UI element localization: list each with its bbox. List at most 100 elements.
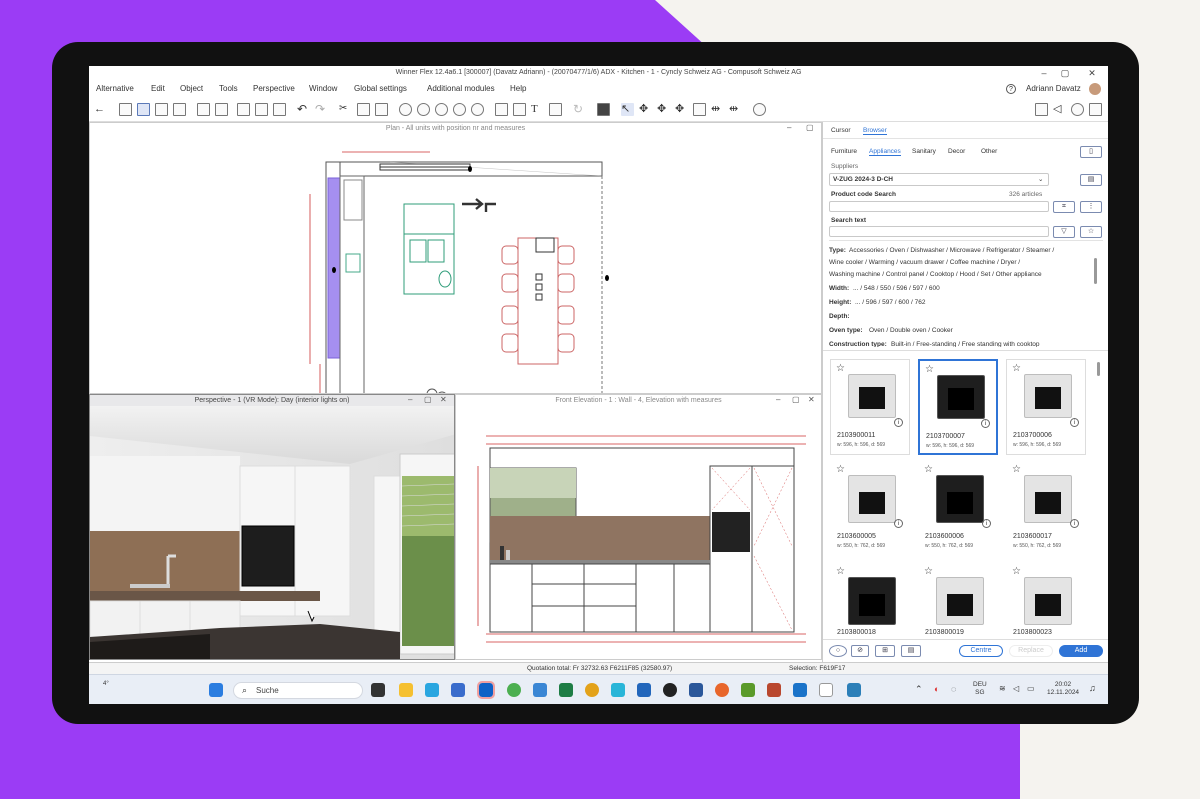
zoom-fit-icon[interactable] xyxy=(471,103,484,116)
notification-bell-icon[interactable]: ♫ xyxy=(1089,683,1096,693)
product-card[interactable]: ☆ i 2103900011 w: 596, h: 596, d: 569 xyxy=(830,359,910,455)
menu-edit[interactable]: Edit xyxy=(151,81,165,97)
menu-perspective[interactable]: Perspective xyxy=(253,81,295,97)
favorite-star-icon[interactable]: ☆ xyxy=(1012,464,1021,475)
zoom-all-icon[interactable] xyxy=(453,103,466,116)
product-card[interactable]: ☆ i 2103700007 w: 596, h: 596, d: 569 xyxy=(918,359,998,455)
print-icon[interactable] xyxy=(215,103,228,116)
zoom-window-icon[interactable] xyxy=(435,103,448,116)
filter-type-values[interactable]: Accessories / Oven / Dishwasher / Microw… xyxy=(849,247,1054,254)
product-card[interactable]: ☆ 2103800023 xyxy=(1006,562,1086,638)
battery-icon[interactable]: ▭ xyxy=(1027,684,1035,693)
app-icon[interactable] xyxy=(741,683,755,697)
category-furniture[interactable]: Furniture xyxy=(831,148,857,155)
category-appliances[interactable]: Appliances xyxy=(869,148,901,156)
perspective-close-icon[interactable]: ✕ xyxy=(440,395,447,405)
box-icon[interactable] xyxy=(119,103,132,116)
rotate-icon[interactable]: ✥ xyxy=(657,103,670,116)
product-card[interactable]: ☆ i 2103600017 w: 550, h: 762, d: 569 xyxy=(1006,460,1086,556)
product-code-option-button[interactable]: ⋮ xyxy=(1080,201,1102,213)
menu-tools[interactable]: Tools xyxy=(219,81,238,97)
filter-width-values[interactable]: ... / 548 / 550 / 596 / 597 / 600 xyxy=(853,285,940,292)
store-icon[interactable] xyxy=(451,683,465,697)
redo-icon[interactable]: ↷ xyxy=(315,103,328,116)
edge-icon[interactable] xyxy=(425,683,439,697)
app-icon[interactable] xyxy=(533,683,547,697)
search-object-icon[interactable] xyxy=(753,103,766,116)
elevation-close-icon[interactable]: ✕ xyxy=(808,395,815,405)
back-arrow-icon[interactable]: ← xyxy=(94,103,107,116)
favorite-star-icon[interactable]: ☆ xyxy=(924,464,933,475)
favorite-star-icon[interactable]: ☆ xyxy=(836,566,845,577)
app-icon[interactable] xyxy=(793,683,807,697)
info-icon[interactable]: i xyxy=(894,418,903,427)
clock[interactable]: 20:02 12.11.2024 xyxy=(1047,681,1079,697)
mirror-icon[interactable]: ✥ xyxy=(675,103,688,116)
refresh-icon[interactable]: ↻ xyxy=(573,103,586,116)
close-icon[interactable]: ✕ xyxy=(1085,66,1099,80)
product-card[interactable]: ☆ i 2103700006 w: 596, h: 596, d: 569 xyxy=(1006,359,1086,455)
replace-button[interactable]: Replace xyxy=(1009,645,1053,657)
move-icon[interactable]: ✥ xyxy=(639,103,652,116)
info-icon[interactable]: i xyxy=(1070,519,1079,528)
weather-widget[interactable]: 4° xyxy=(103,681,109,687)
avatar[interactable] xyxy=(1089,83,1101,95)
menu-global-settings[interactable]: Global settings xyxy=(354,81,407,97)
chat-icon[interactable] xyxy=(1071,103,1084,116)
filter-type-values-3[interactable]: Washing machine / Control panel / Cookto… xyxy=(829,271,1042,278)
supplier-info-button[interactable]: ▤ xyxy=(1080,174,1102,186)
undo-icon[interactable]: ↶ xyxy=(297,103,310,116)
menu-window[interactable]: Window xyxy=(309,81,337,97)
app-icon[interactable] xyxy=(611,683,625,697)
product-card[interactable]: ☆ i 2103600005 w: 550, h: 762, d: 569 xyxy=(830,460,910,556)
filter-icon[interactable]: ▽ xyxy=(1053,226,1075,238)
maximize-icon[interactable]: ▢ xyxy=(1058,66,1072,80)
firefox-icon[interactable] xyxy=(715,683,729,697)
product-card[interactable]: ☆ 2103800018 xyxy=(830,562,910,638)
info-icon[interactable]: i xyxy=(982,519,991,528)
winner-flex-icon[interactable] xyxy=(819,683,833,697)
product-card[interactable]: ☆ i 2103600006 w: 550, h: 762, d: 569 xyxy=(918,460,998,556)
favorite-star-icon[interactable]: ☆ xyxy=(1080,226,1102,238)
taskbar-search[interactable]: ⌕ Suche xyxy=(233,682,363,699)
outlook-icon[interactable] xyxy=(477,681,495,699)
tab-cursor[interactable]: Cursor xyxy=(831,127,851,134)
calculator-icon[interactable] xyxy=(597,103,610,116)
language-indicator[interactable]: DEU SG xyxy=(973,681,987,697)
grid-icon[interactable] xyxy=(693,103,706,116)
word-icon[interactable] xyxy=(689,683,703,697)
tray-icon[interactable]: ◐ xyxy=(934,684,939,694)
search-text-input[interactable] xyxy=(829,226,1049,237)
info-icon[interactable]: i xyxy=(1070,418,1079,427)
corner-icon[interactable] xyxy=(173,103,186,116)
help-icon[interactable]: ? xyxy=(1006,84,1016,94)
mail-icon[interactable] xyxy=(1089,103,1102,116)
app-icon[interactable] xyxy=(847,683,861,697)
speaker-icon[interactable]: ◁ xyxy=(1013,684,1019,693)
app-icon[interactable] xyxy=(637,683,651,697)
menu-object[interactable]: Object xyxy=(180,81,203,97)
plan-minimize-icon[interactable]: – xyxy=(787,123,791,133)
elevation-minimize-icon[interactable]: – xyxy=(776,395,780,405)
zoom-out-icon[interactable] xyxy=(417,103,430,116)
centre-button[interactable]: Centre xyxy=(959,645,1003,657)
filter-scrollbar[interactable] xyxy=(1094,258,1097,284)
file-explorer-icon[interactable] xyxy=(399,683,413,697)
wifi-icon[interactable]: ≋ xyxy=(999,684,1006,693)
menu-additional-modules[interactable]: Additional modules xyxy=(427,81,495,97)
reset-icon[interactable]: ○ xyxy=(829,645,847,657)
group-icon[interactable]: ⊞ xyxy=(875,645,895,657)
product-card[interactable]: ☆ 2103800019 xyxy=(918,562,998,638)
task-view-icon[interactable] xyxy=(371,683,385,697)
app-icon[interactable] xyxy=(507,683,521,697)
info-icon[interactable]: i xyxy=(981,419,990,428)
supplier-select[interactable]: V-ZUG 2024-3 D-CH ⌄ xyxy=(829,173,1049,186)
text-icon[interactable]: T xyxy=(531,103,544,116)
align-icon[interactable]: ⇹ xyxy=(711,103,724,116)
perspective-minimize-icon[interactable]: – xyxy=(408,395,412,405)
wall-icon[interactable] xyxy=(155,103,168,116)
favorite-star-icon[interactable]: ☆ xyxy=(1012,363,1021,374)
favorite-star-icon[interactable]: ☆ xyxy=(836,363,845,374)
tag-icon[interactable]: ⊘ xyxy=(851,645,869,657)
filter-type-values-2[interactable]: Wine cooler / Warming / vacuum drawer / … xyxy=(829,259,1020,266)
